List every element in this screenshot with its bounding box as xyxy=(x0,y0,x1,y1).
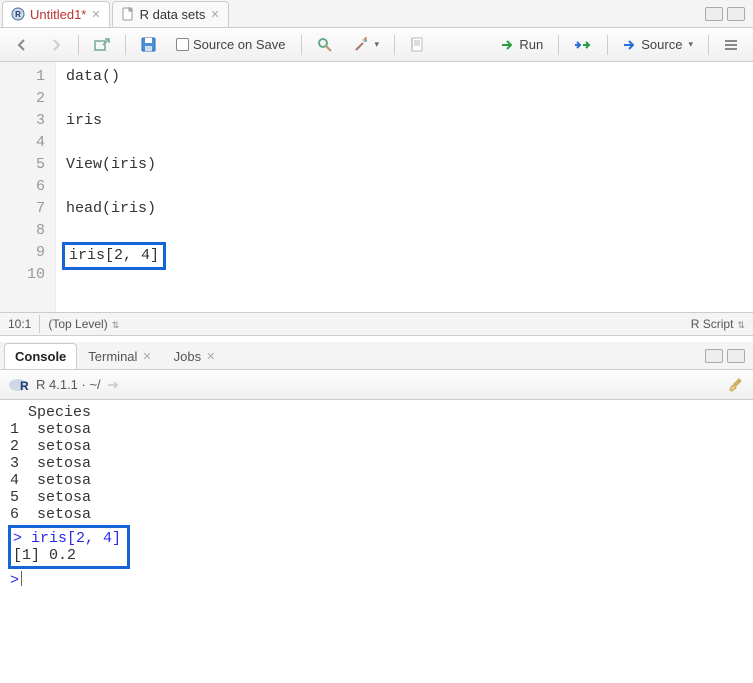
editor-tab-label: R data sets xyxy=(140,7,206,22)
console-tab-jobs[interactable]: Jobs ✕ xyxy=(163,343,227,369)
minimize-pane-button[interactable] xyxy=(705,349,723,363)
chevron-down-icon: ▾ xyxy=(375,39,380,50)
pane-controls xyxy=(705,349,753,363)
close-icon[interactable]: ✕ xyxy=(142,350,151,363)
svg-text:R: R xyxy=(15,10,21,19)
minimize-pane-button[interactable] xyxy=(705,7,723,21)
outline-button[interactable] xyxy=(717,33,745,57)
chevron-down-icon: ▾ xyxy=(688,39,693,50)
console-tab-terminal[interactable]: Terminal ✕ xyxy=(77,343,162,369)
rerun-button[interactable] xyxy=(567,33,599,57)
compile-report-button[interactable] xyxy=(403,33,431,57)
svg-text:R: R xyxy=(20,379,29,393)
source-label: Source xyxy=(641,37,682,52)
editor-tab-label: Untitled1* xyxy=(30,7,86,22)
scope-selector[interactable]: (Top Level)⇅ xyxy=(48,317,119,331)
find-button[interactable] xyxy=(310,33,340,57)
editor-tab-rdatasets[interactable]: R data sets ✕ xyxy=(112,1,229,27)
checkbox-icon xyxy=(176,38,189,51)
console-tab-console[interactable]: Console xyxy=(4,343,77,369)
forward-button[interactable] xyxy=(42,33,70,57)
line-number-gutter: 12345678910 xyxy=(0,62,56,312)
r-file-icon: R xyxy=(11,7,25,21)
filetype-selector[interactable]: R Script⇅ xyxy=(691,317,745,331)
code-tools-button[interactable]: ▾ xyxy=(346,33,387,57)
close-icon[interactable]: ✕ xyxy=(206,350,215,363)
editor-tab-untitled1[interactable]: R Untitled1* ✕ xyxy=(2,1,110,27)
open-folder-icon[interactable] xyxy=(107,379,121,391)
document-icon xyxy=(121,7,135,21)
clear-console-button[interactable] xyxy=(729,377,745,393)
maximize-pane-button[interactable] xyxy=(727,7,745,21)
source-on-save-label: Source on Save xyxy=(193,37,286,52)
code-editor[interactable]: 12345678910 data()irisView(iris)head(iri… xyxy=(0,62,753,312)
source-on-save-toggle[interactable]: Source on Save xyxy=(169,33,293,57)
code-content[interactable]: data()irisView(iris)head(iris)iris[2, 4] xyxy=(56,62,166,312)
r-logo-icon: R xyxy=(8,377,30,393)
maximize-pane-button[interactable] xyxy=(727,349,745,363)
editor-tabbar: R Untitled1* ✕ R data sets ✕ xyxy=(0,0,753,28)
close-icon[interactable]: ✕ xyxy=(210,8,219,21)
run-button[interactable]: Run xyxy=(494,33,550,57)
save-button[interactable] xyxy=(134,33,163,57)
console-version-path: R 4.1.1 · ~/ xyxy=(36,377,101,392)
editor-statusbar: 10:1 (Top Level)⇅ R Script⇅ xyxy=(0,312,753,336)
editor-toolbar: Source on Save ▾ Run Source ▾ xyxy=(0,28,753,62)
pane-controls xyxy=(705,7,753,21)
console-output[interactable]: Species 1 setosa 2 setosa 3 setosa 4 set… xyxy=(0,400,753,600)
run-label: Run xyxy=(519,37,543,52)
updown-icon: ⇅ xyxy=(737,320,745,330)
back-button[interactable] xyxy=(8,33,36,57)
cursor-position: 10:1 xyxy=(8,317,31,331)
updown-icon: ⇅ xyxy=(112,320,120,330)
close-icon[interactable]: ✕ xyxy=(91,8,100,21)
console-tabbar: Console Terminal ✕ Jobs ✕ xyxy=(0,342,753,370)
console-infobar: R R 4.1.1 · ~/ xyxy=(0,370,753,400)
show-in-new-window-button[interactable] xyxy=(87,33,117,57)
source-button[interactable]: Source ▾ xyxy=(616,33,700,57)
